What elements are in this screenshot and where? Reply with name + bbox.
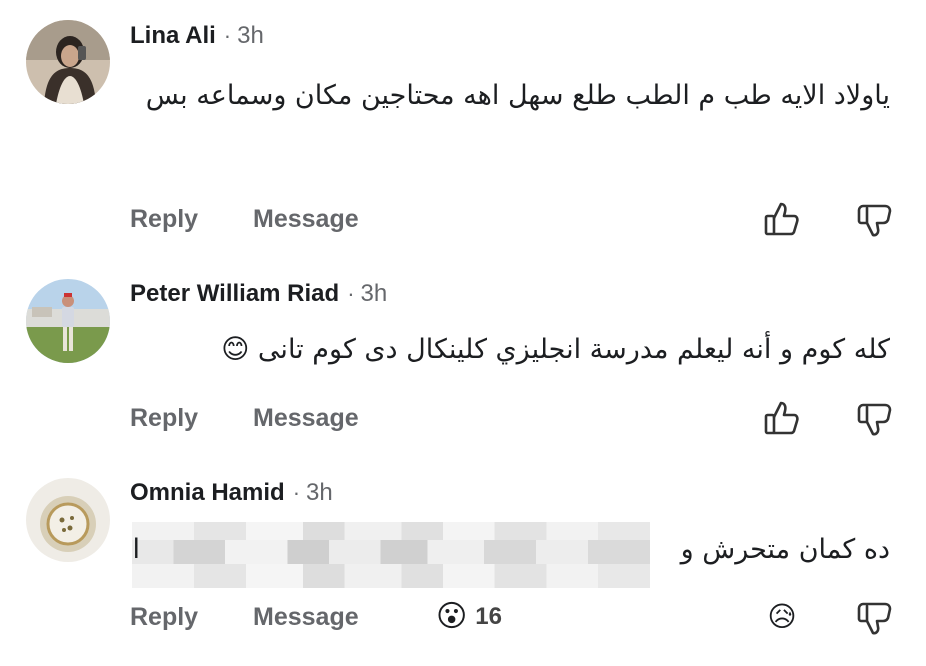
reply-button[interactable]: Reply	[130, 205, 198, 234]
thumbs-down-icon[interactable]	[855, 597, 895, 637]
reply-button[interactable]: Reply	[130, 603, 198, 632]
reply-button[interactable]: Reply	[130, 404, 198, 433]
thumbs-down-icon[interactable]	[855, 398, 895, 438]
comment-text-fragment: ا	[132, 534, 140, 565]
comment-author[interactable]: Omnia Hamid	[130, 479, 285, 507]
comment-time[interactable]: 3h	[237, 22, 264, 50]
comment-author[interactable]: Peter William Riad	[130, 280, 339, 308]
message-button[interactable]: Message	[253, 404, 359, 433]
message-button[interactable]: Message	[253, 603, 359, 632]
comment-time[interactable]: 3h	[306, 479, 333, 507]
comment-time[interactable]: 3h	[361, 280, 388, 308]
thumbs-up-icon[interactable]	[762, 199, 802, 239]
comment-text: كله كوم و أنه ليعلم مدرسة انجليزي كلينكا…	[221, 334, 890, 365]
separator-dot: ·	[347, 281, 355, 306]
reaction-summary[interactable]: 😮 16	[436, 597, 502, 637]
message-button[interactable]: Message	[253, 205, 359, 234]
avatar[interactable]	[26, 478, 110, 562]
reaction-count: 16	[475, 603, 502, 630]
thumbs-down-icon[interactable]	[855, 199, 895, 239]
avatar[interactable]	[26, 279, 110, 363]
separator-dot: ·	[292, 480, 301, 505]
comment-author[interactable]: Lina Ali	[130, 22, 216, 50]
comment-actions: Reply Message	[0, 398, 926, 438]
avatar[interactable]	[26, 20, 110, 104]
comment-actions: Reply Message 😮 16 😥	[0, 597, 926, 637]
sad-reaction-icon[interactable]: 😥	[762, 597, 802, 637]
blurred-text-region	[132, 540, 650, 564]
comment-text: ده كمان متحرش و	[680, 534, 890, 565]
thumbs-up-icon[interactable]	[762, 398, 802, 438]
wow-reaction-icon: 😮	[436, 600, 468, 633]
comment-actions: Reply Message	[0, 199, 926, 239]
separator-dot: ·	[223, 23, 232, 48]
comment-text: ياولاد الايه طب م الطب طلع سهل اهه محتاج…	[145, 80, 890, 111]
